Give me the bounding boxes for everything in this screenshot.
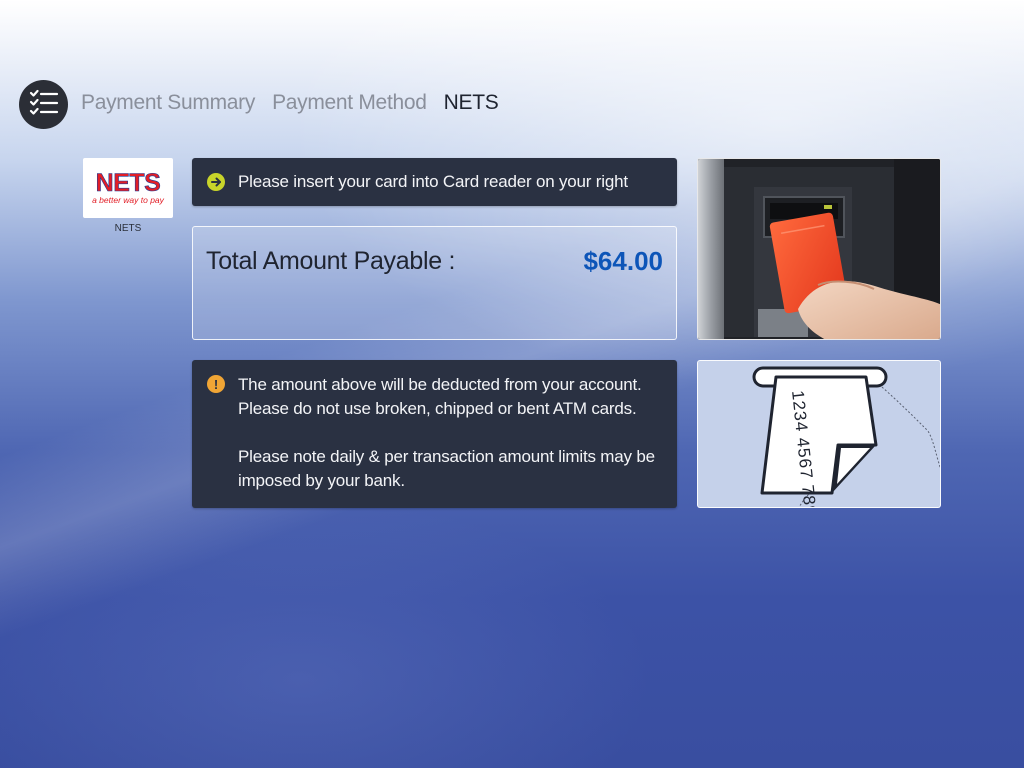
payment-method-caption: NETS	[114, 223, 142, 234]
nets-logo-text: NETS	[95, 169, 161, 197]
notice-line-2: Please do not use broken, chipped or ben…	[238, 399, 637, 418]
nets-logo: NETS a better way to pay	[83, 158, 173, 218]
breadcrumb-payment-method[interactable]: Payment Method	[272, 91, 427, 115]
card-insertion-photo	[697, 158, 941, 340]
instruction-text: Please insert your card into Card reader…	[238, 172, 628, 191]
checklist-icon	[29, 89, 59, 120]
notice-line-4: imposed by your bank.	[238, 471, 405, 490]
breadcrumb-payment-summary[interactable]: Payment Summary	[81, 91, 255, 115]
total-amount-value: $64.00	[583, 246, 663, 276]
amount-panel: Total Amount Payable : $64.00	[192, 226, 677, 340]
breadcrumb: Payment Summary Payment Method NETS	[81, 89, 499, 117]
total-amount-label: Total Amount Payable :	[206, 247, 456, 275]
menu-button[interactable]	[19, 80, 68, 129]
breadcrumb-nets: NETS	[443, 91, 499, 114]
notice-line-1: The amount above will be deducted from y…	[238, 375, 642, 394]
card-slot-illustration: 1234 4567 7890	[697, 360, 941, 508]
notice-panel: ! The amount above will be deducted from…	[192, 360, 677, 508]
warning-icon: !	[207, 375, 225, 393]
instruction-banner: Please insert your card into Card reader…	[192, 158, 677, 206]
notice-line-3: Please note daily & per transaction amou…	[238, 447, 655, 466]
arrow-right-circle-icon	[207, 173, 225, 191]
nets-logo-tagline: a better way to pay	[92, 195, 164, 205]
